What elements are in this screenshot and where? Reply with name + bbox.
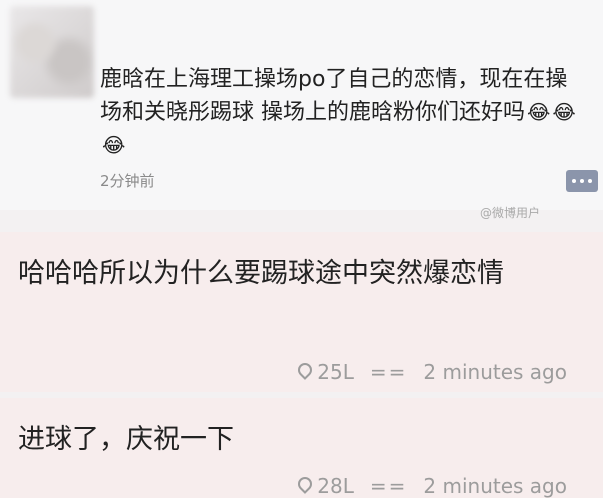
separator: ==	[369, 474, 408, 498]
post-text: 鹿晗在上海理工操场po了自己的恋情，现在在操场和关晓彤踢球 操场上的鹿晗粉你们还…	[100, 64, 580, 162]
comment-icon[interactable]	[566, 170, 598, 192]
reply-time: 2 minutes ago	[423, 360, 567, 384]
reply-text: 哈哈哈所以为什么要踢球途中突然爆恋情	[18, 258, 504, 289]
post-timestamp: 2分钟前	[100, 172, 155, 190]
floor-number: 28L	[317, 474, 354, 498]
avatar[interactable]	[10, 6, 94, 98]
reply-card: 哈哈哈所以为什么要踢球途中突然爆恋情 25L == 2 minutes ago	[0, 232, 603, 392]
reply-time: 2 minutes ago	[423, 474, 567, 498]
laugh-cry-emoji: 😂	[552, 100, 576, 124]
post-body: 鹿晗在上海理工操场po了自己的恋情，现在在操场和关晓彤踢球 操场上的鹿晗粉你们还…	[100, 67, 568, 125]
floor-number: 25L	[317, 360, 354, 384]
separator: ==	[369, 360, 408, 384]
reply-text: 进球了，庆祝一下	[18, 424, 234, 455]
laugh-cry-emoji: 😂	[527, 100, 551, 124]
location-pin-icon	[297, 363, 311, 381]
reply-meta: 28L == 2 minutes ago	[297, 474, 567, 498]
laugh-cry-emoji: 😂	[102, 133, 126, 157]
moments-post: 鹿晗在上海理工操场po了自己的恋情，现在在操场和关晓彤踢球 操场上的鹿晗粉你们还…	[0, 0, 603, 210]
location-pin-icon	[297, 477, 311, 495]
watermark: @微博用户	[480, 206, 541, 220]
reply-meta: 25L == 2 minutes ago	[297, 360, 567, 384]
